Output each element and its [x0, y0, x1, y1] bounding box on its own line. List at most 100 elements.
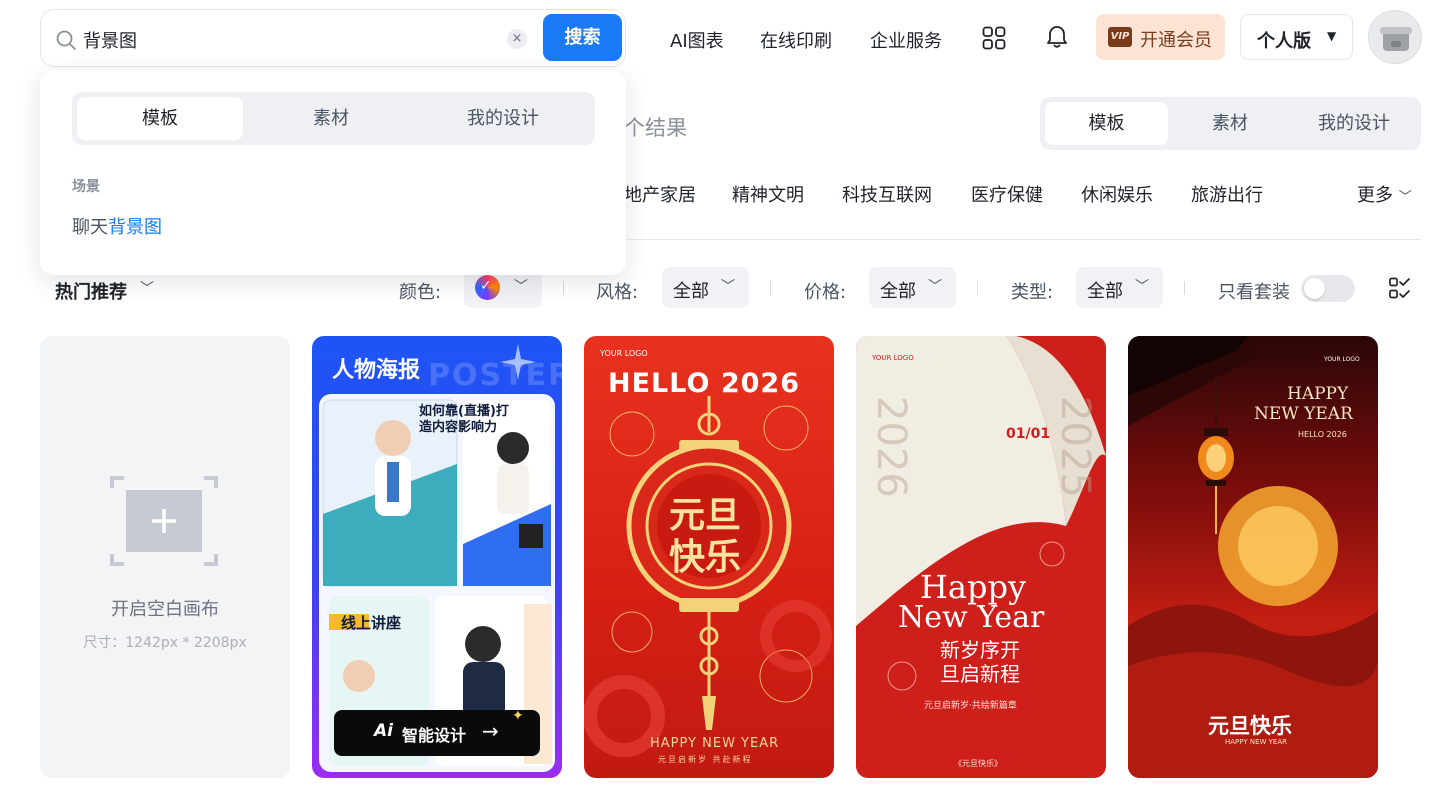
suggestion-item[interactable]: 聊天背景图 — [72, 213, 162, 239]
tab-my-designs[interactable]: 我的设计 — [1292, 102, 1416, 145]
color-filter-label: 颜色: — [399, 282, 442, 303]
result-count: 个结果 — [624, 116, 687, 140]
style-filter-value: 全部 — [673, 281, 709, 302]
more-label: 更多 — [1357, 185, 1393, 206]
search-suggestions-dropdown: 模板 素材 我的设计 场景 聊天背景图 — [40, 70, 626, 275]
year-right: 2025 — [1052, 396, 1098, 498]
scope-tab-materials[interactable]: 素材 — [245, 97, 417, 140]
apps-grid-icon[interactable] — [982, 26, 1006, 50]
filter-separator — [770, 281, 771, 295]
clear-search-button[interactable]: × — [507, 29, 527, 49]
suggestion-section-title: 场景 — [72, 179, 100, 195]
happy-text: HAPPY — [1287, 384, 1349, 404]
template-card-new-year-lantern[interactable]: YOUR LOGO HAPPY NEW YEAR HELLO 2026 元旦快乐… — [1128, 336, 1378, 778]
tab-materials[interactable]: 素材 — [1168, 102, 1292, 145]
chevron-down-icon: ﹀ — [1135, 279, 1149, 295]
logo-text: YOUR LOGO — [1324, 356, 1360, 363]
edition-label: 个人版 — [1257, 31, 1311, 52]
mini-poster-subtitle: 线上讲座 — [341, 614, 402, 632]
caret-down-icon: ▼ — [1327, 29, 1337, 43]
ai-design-label: 智能设计 — [402, 726, 467, 745]
category-more-button[interactable]: 更多 ﹀ — [1357, 181, 1412, 207]
vip-label: 开通会员 — [1140, 30, 1212, 51]
cn-line-2: 旦启新程 — [940, 662, 1020, 686]
card-footer-cn: 元旦启新岁 共赴新程 — [658, 755, 753, 764]
category-tech[interactable]: 科技互联网 — [842, 181, 932, 207]
filter-separator — [1184, 281, 1185, 295]
style-filter-select[interactable]: 全部 ﹀ — [662, 267, 749, 308]
ai-design-button[interactable]: Ai 智能设计 → ✦ — [334, 708, 540, 756]
category-travel[interactable]: 旅游出行 — [1191, 181, 1263, 207]
nav-link-enterprise[interactable]: 企业服务 — [870, 27, 942, 53]
type-filter-label: 类型: — [1011, 282, 1054, 303]
multi-select-icon[interactable] — [1388, 276, 1412, 300]
filter-separator — [563, 281, 564, 295]
chevron-down-icon: ﹀ — [928, 279, 942, 295]
nav-link-ai-chart[interactable]: AI图表 — [670, 27, 724, 53]
template-card-happy-new-year[interactable]: YOUR LOGO 2026 2025 01/01 Happy New Year… — [856, 336, 1106, 778]
search-icon — [56, 30, 76, 50]
category-leisure[interactable]: 休闲娱乐 — [1081, 181, 1153, 207]
blank-canvas-size: 尺寸：1242px * 2208px — [83, 635, 247, 651]
chevron-down-icon: ﹀ — [1398, 190, 1412, 205]
card-title-cn: 元旦快乐 — [1208, 714, 1292, 738]
vip-button[interactable]: VIP 开通会员 — [1096, 14, 1225, 60]
category-real-estate[interactable]: 地产家居 — [624, 181, 696, 207]
logo-text: YOUR LOGO — [872, 354, 914, 362]
card-subtitle: HAPPY NEW YEAR — [1225, 738, 1287, 746]
chevron-down-icon[interactable]: ﹀ — [140, 278, 154, 298]
filter-separator — [977, 281, 978, 295]
color-palette-icon: ✓ — [475, 275, 500, 300]
chevron-down-icon: ﹀ — [514, 279, 528, 295]
blank-canvas-card[interactable]: 开启空白画布 尺寸：1242px * 2208px — [40, 336, 290, 778]
template-card-hello-2026[interactable]: YOUR LOGO HELLO 2026 元旦 快乐 HAPPY NEW YEA… — [584, 336, 834, 778]
ai-logo-icon: Ai — [374, 721, 393, 741]
card-tagline: 元旦启新岁·共绘新篇章 — [924, 701, 1017, 711]
scope-tab-templates[interactable]: 模板 — [77, 97, 243, 140]
new-year-text: NEW YEAR — [1254, 404, 1353, 424]
avatar[interactable] — [1368, 10, 1422, 64]
lantern-text-bottom: 快乐 — [669, 537, 742, 578]
nav-link-online-print[interactable]: 在线印刷 — [760, 27, 832, 53]
price-filter-label: 价格: — [804, 282, 847, 303]
style-filter-label: 风格: — [596, 282, 639, 303]
date-text: 01/01 — [1006, 426, 1051, 442]
category-healthcare[interactable]: 医疗保健 — [971, 181, 1043, 207]
only-sets-label: 只看套装 — [1218, 282, 1290, 303]
search-button[interactable]: 搜索 — [543, 14, 622, 61]
vip-icon: VIP — [1108, 27, 1132, 47]
suggestion-prefix: 聊天 — [72, 217, 108, 238]
search-input[interactable]: 背景图 — [83, 27, 137, 53]
template-card-people-poster[interactable]: POSTERS 人物海报 如何靠(直播)打造内容影响力 线上讲座 — [312, 336, 562, 778]
blank-canvas-title: 开启空白画布 — [111, 599, 219, 620]
sort-dropdown[interactable]: 热门推荐 — [55, 278, 127, 304]
watermark-text: POSTERS — [428, 358, 562, 393]
mini-poster-title: 如何靠(直播)打造内容影响力 — [419, 404, 509, 435]
suggestion-highlight: 背景图 — [108, 217, 162, 238]
price-filter-value: 全部 — [880, 281, 916, 302]
logo-text: YOUR LOGO — [600, 349, 648, 358]
card-footer: HAPPY NEW YEAR — [650, 736, 780, 751]
new-year-text: New Year — [898, 600, 1045, 635]
search-bar[interactable]: 背景图 × 搜索 — [40, 9, 626, 67]
sparkle-icon: ✦ — [512, 708, 524, 724]
card-footer: 《元旦快乐》 — [954, 759, 1002, 768]
scope-tab-my-designs[interactable]: 我的设计 — [417, 97, 589, 140]
year-left: 2026 — [868, 396, 914, 498]
category-civilization[interactable]: 精神文明 — [732, 181, 804, 207]
type-filter-select[interactable]: 全部 ﹀ — [1076, 267, 1163, 308]
type-filter-value: 全部 — [1087, 281, 1123, 302]
tab-templates[interactable]: 模板 — [1045, 102, 1168, 145]
card-title: 人物海报 — [332, 358, 421, 383]
avatar-image — [1380, 27, 1412, 51]
only-sets-toggle[interactable] — [1301, 275, 1355, 302]
edition-dropdown[interactable]: 个人版 ▼ — [1240, 14, 1353, 60]
result-type-tabs: 模板 素材 我的设计 — [1040, 97, 1421, 150]
bell-icon[interactable] — [1045, 24, 1069, 50]
search-scope-tabs: 模板 素材 我的设计 — [72, 92, 595, 145]
arrow-right-icon: → — [482, 719, 499, 743]
sparkle-icon — [500, 344, 536, 380]
hello-text: HELLO 2026 — [1298, 430, 1347, 439]
price-filter-select[interactable]: 全部 ﹀ — [869, 267, 956, 308]
card-headline: HELLO 2026 — [608, 368, 800, 399]
